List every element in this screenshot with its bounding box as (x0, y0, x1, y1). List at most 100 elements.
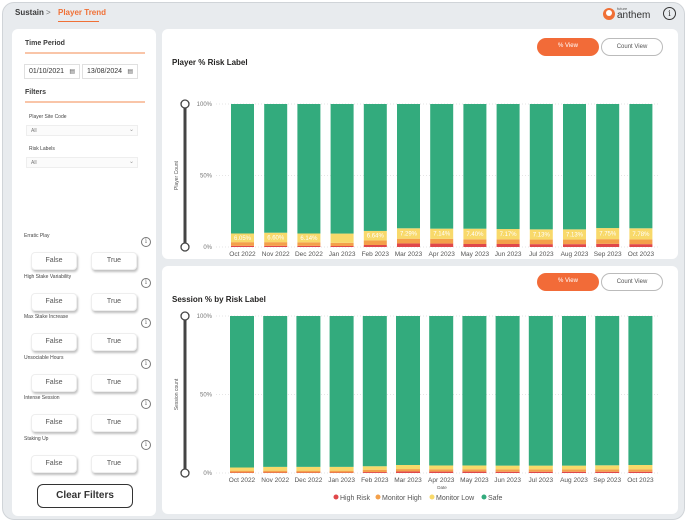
bar-segment-safe[interactable] (529, 104, 553, 230)
legend-item[interactable]: High Risk (340, 495, 370, 502)
y-range-slider-handle-top[interactable] (180, 99, 190, 109)
bar-segment-monitor-high[interactable] (397, 238, 420, 244)
bar-segment-high-risk[interactable] (396, 471, 420, 473)
bar-segment-safe[interactable] (462, 316, 487, 466)
y-range-slider-handle-bottom[interactable] (180, 468, 190, 478)
bar-segment-monitor-high[interactable] (429, 469, 454, 472)
bar-segment-monitor-low[interactable] (396, 464, 420, 470)
bar-segment-high-risk[interactable] (629, 244, 653, 247)
bar-segment-monitor-high[interactable] (263, 470, 288, 473)
start-date-input[interactable]: 01/10/2021 ▤ (24, 64, 80, 79)
bar-segment-high-risk[interactable] (495, 471, 520, 473)
erratic-play-false-button[interactable]: False (31, 252, 77, 270)
bar-segment-high-risk[interactable] (297, 245, 321, 247)
bar-segment-monitor-high[interactable] (528, 469, 553, 472)
bar-segment-monitor-high[interactable] (629, 239, 653, 245)
bar-segment-safe[interactable] (296, 316, 321, 467)
bar-segment-safe[interactable] (396, 316, 420, 465)
bar-segment-monitor-high[interactable] (396, 469, 420, 472)
bar-segment-high-risk[interactable] (462, 471, 487, 473)
count-view-button[interactable]: Count View (601, 38, 663, 56)
bar-segment-safe[interactable] (362, 316, 387, 467)
max-stake-increase-true-button[interactable]: True (91, 333, 137, 351)
bar-segment-high-risk[interactable] (596, 243, 620, 247)
bar-segment-high-risk[interactable] (231, 245, 254, 247)
bar-segment-high-risk[interactable] (362, 472, 387, 473)
bar-segment-safe[interactable] (363, 104, 387, 231)
intense-session-false-button[interactable]: False (31, 414, 77, 432)
bar-segment-monitor-high[interactable] (297, 242, 321, 246)
bar-segment-high-risk[interactable] (397, 243, 420, 247)
bar-segment-monitor-low[interactable] (330, 233, 354, 243)
bar-segment-safe[interactable] (429, 316, 454, 466)
percent-view-button[interactable]: % View (537, 273, 599, 291)
info-icon[interactable]: i (141, 439, 151, 450)
bar-segment-monitor-low[interactable] (230, 467, 254, 471)
bar-segment-monitor-high[interactable] (330, 242, 354, 246)
bar-segment-monitor-high[interactable] (596, 239, 620, 244)
info-icon[interactable]: i (141, 237, 151, 247)
high-stake-variability-false-button[interactable]: False (31, 292, 77, 311)
bar-segment-safe[interactable] (563, 104, 586, 230)
info-icon[interactable]: i (141, 399, 151, 409)
unsociable-hours-false-button[interactable]: False (31, 373, 77, 392)
bar-segment-safe[interactable] (397, 104, 420, 229)
bar-segment-monitor-high[interactable] (495, 469, 520, 472)
bar-segment-high-risk[interactable] (595, 471, 620, 473)
bar-segment-monitor-low[interactable] (495, 465, 520, 470)
bar-segment-safe[interactable] (430, 104, 454, 229)
staking-up-true-button[interactable]: True (91, 454, 137, 473)
intense-session-true-button[interactable]: True (91, 414, 137, 432)
bar-segment-safe[interactable] (496, 104, 520, 230)
breadcrumb-sustain[interactable]: Sustain (15, 8, 44, 17)
info-icon[interactable]: i (141, 358, 151, 369)
bar-segment-high-risk[interactable] (463, 243, 487, 247)
staking-up-false-button[interactable]: False (31, 454, 77, 473)
bar-segment-monitor-low[interactable] (562, 465, 586, 470)
bar-segment-high-risk[interactable] (528, 471, 553, 473)
erratic-play-true-button[interactable]: True (91, 252, 137, 270)
bar-segment-safe[interactable] (628, 316, 653, 465)
bar-segment-high-risk[interactable] (529, 244, 553, 247)
bar-segment-high-risk[interactable] (563, 244, 586, 247)
bar-segment-monitor-high[interactable] (563, 239, 586, 245)
bar-segment-monitor-high[interactable] (562, 469, 586, 472)
max-stake-increase-false-button[interactable]: False (31, 333, 77, 351)
bar-segment-monitor-low[interactable] (628, 464, 653, 470)
info-icon[interactable]: i (141, 318, 151, 328)
bar-segment-monitor-low[interactable] (362, 466, 387, 470)
calendar-icon[interactable]: ▤ (127, 68, 133, 75)
legend-item[interactable]: Monitor Low (436, 495, 475, 502)
bar-segment-high-risk[interactable] (496, 243, 520, 247)
bar-segment-high-risk[interactable] (562, 471, 586, 473)
bar-segment-high-risk[interactable] (363, 244, 387, 247)
bar-segment-safe[interactable] (596, 104, 620, 229)
bar-segment-monitor-low[interactable] (429, 465, 454, 470)
bar-segment-monitor-high[interactable] (529, 239, 553, 245)
breadcrumb-player-trend[interactable]: Player Trend (58, 8, 106, 17)
y-range-slider-handle-bottom[interactable] (180, 242, 190, 252)
bar-segment-monitor-high[interactable] (362, 469, 387, 473)
info-icon[interactable]: i (663, 7, 676, 20)
bar-segment-monitor-low[interactable] (528, 465, 553, 470)
bar-segment-safe[interactable] (231, 104, 254, 234)
bar-segment-monitor-high[interactable] (296, 470, 321, 473)
y-range-slider-handle-top[interactable] (180, 311, 190, 321)
bar-segment-monitor-high[interactable] (595, 469, 620, 472)
bar-segment-high-risk[interactable] (264, 245, 288, 247)
player-site-code-dropdown[interactable]: All ⌄ (26, 125, 138, 136)
count-view-button[interactable]: Count View (601, 273, 663, 291)
risk-labels-dropdown[interactable]: All ⌄ (26, 157, 138, 168)
bar-segment-high-risk[interactable] (330, 245, 354, 247)
bar-segment-safe[interactable] (629, 104, 653, 229)
bar-segment-high-risk[interactable] (628, 471, 653, 473)
info-icon[interactable]: i (141, 277, 151, 288)
bar-segment-safe[interactable] (595, 316, 620, 466)
bar-segment-monitor-high[interactable] (496, 239, 520, 244)
bar-segment-monitor-low[interactable] (595, 465, 620, 470)
bar-segment-monitor-low[interactable] (462, 465, 487, 470)
bar-segment-monitor-high[interactable] (463, 239, 487, 244)
bar-segment-safe[interactable] (463, 104, 487, 229)
bar-segment-monitor-low[interactable] (329, 466, 354, 471)
bar-segment-safe[interactable] (264, 104, 288, 233)
